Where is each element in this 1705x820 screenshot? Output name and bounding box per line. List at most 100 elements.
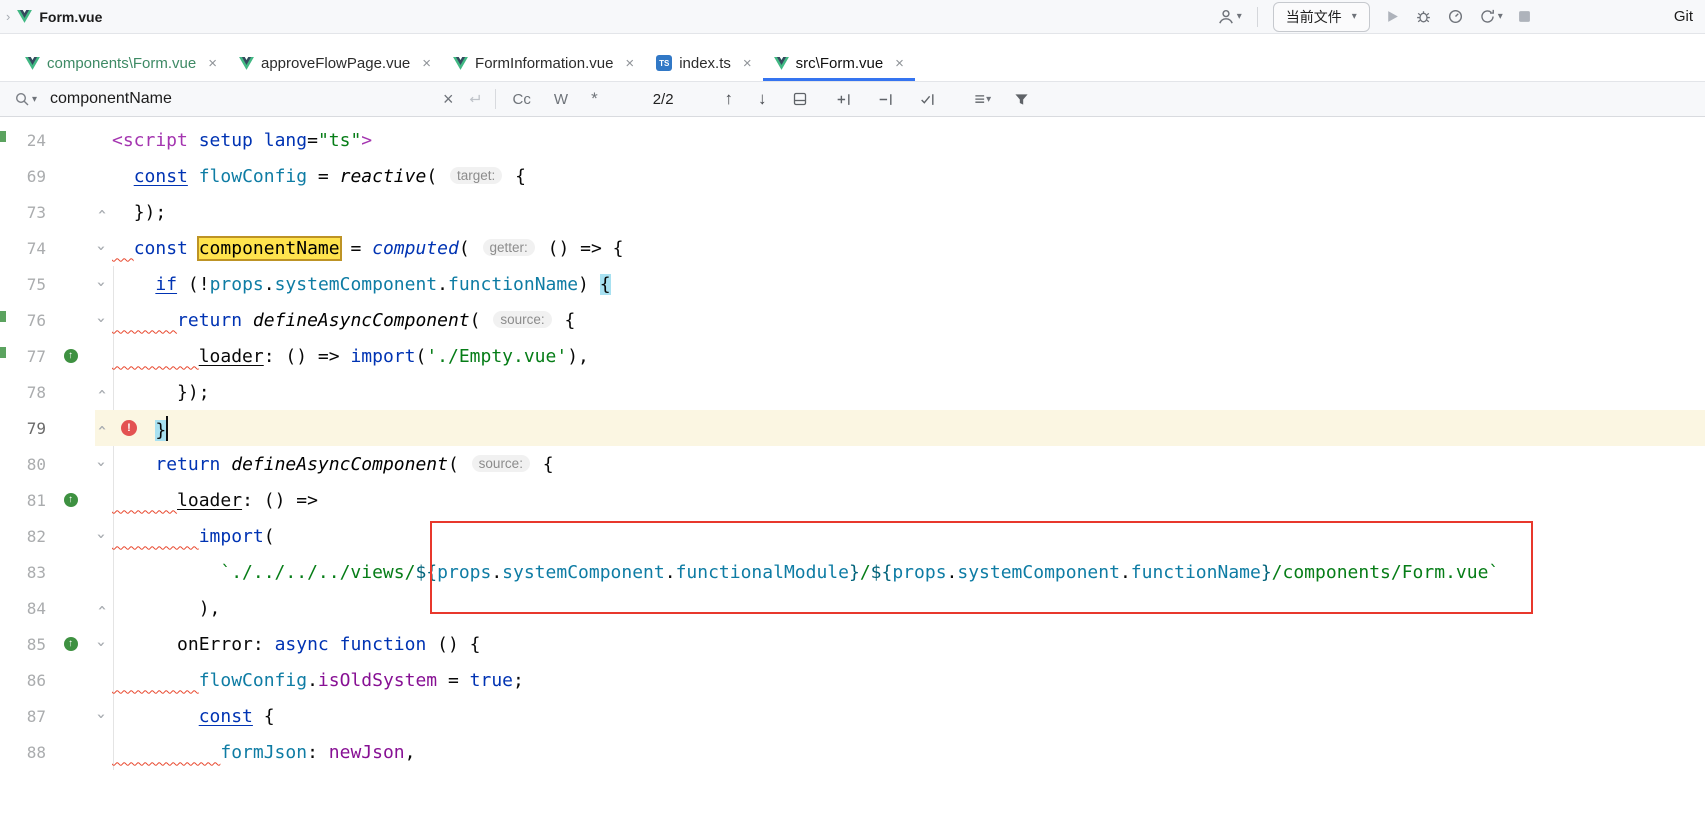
fold-end-icon[interactable]: › <box>93 207 111 216</box>
tab-close-icon[interactable]: × <box>743 55 752 72</box>
remove-occurrence-button[interactable] <box>877 91 894 108</box>
code-line-body[interactable]: `./../../../views/${props.systemComponen… <box>95 554 1705 590</box>
gutter[interactable]: 84 <box>0 590 95 626</box>
code-line-body[interactable]: › ), <box>95 590 1705 626</box>
code-line-body[interactable]: › onError: async function () { <box>95 626 1705 662</box>
gutter[interactable]: 79 <box>0 410 95 446</box>
code-line[interactable]: 85↑› onError: async function () { <box>0 626 1705 662</box>
code-line-body[interactable]: › }); <box>95 194 1705 230</box>
fold-end-icon[interactable]: › <box>93 387 111 396</box>
fold-start-icon[interactable]: › <box>93 639 111 648</box>
fold-start-icon[interactable]: › <box>93 243 111 252</box>
editor-tab[interactable]: src\Form.vue× <box>763 48 915 81</box>
gutter[interactable]: 88 <box>0 734 95 770</box>
add-occurrence-button[interactable] <box>835 91 852 108</box>
code-line-body[interactable]: › if (!props.systemComponent.functionNam… <box>95 266 1705 302</box>
fold-start-icon[interactable]: › <box>93 711 111 720</box>
find-in-selection-button[interactable] <box>792 91 808 107</box>
previous-match-button[interactable]: ↑ <box>725 89 734 109</box>
code-line-body[interactable]: formJson: newJson, <box>95 734 1705 770</box>
gutter[interactable]: 82 <box>0 518 95 554</box>
implemented-marker-icon[interactable]: ↑ <box>64 493 78 507</box>
code-line-body[interactable]: loader: () => import('./Empty.vue'), <box>95 338 1705 374</box>
clear-search-icon[interactable]: × <box>443 90 454 108</box>
fold-end-icon[interactable]: › <box>93 603 111 612</box>
regex-toggle[interactable]: * <box>591 89 598 109</box>
gutter[interactable]: 75 <box>0 266 95 302</box>
code-line[interactable]: 80› return defineAsyncComponent( source:… <box>0 446 1705 482</box>
stop-button[interactable] <box>1518 10 1531 23</box>
editor[interactable]: 24<script setup lang="ts">69 const flowC… <box>0 117 1705 820</box>
fold-start-icon[interactable]: › <box>93 315 111 324</box>
code-line[interactable]: 73› }); <box>0 194 1705 230</box>
gutter[interactable]: 74 <box>0 230 95 266</box>
gutter[interactable]: 69 <box>0 158 95 194</box>
search-icon[interactable]: ▾ <box>14 91 37 107</box>
editor-tab[interactable]: TSindex.ts× <box>645 48 762 81</box>
code-line[interactable]: 79›! } <box>0 410 1705 446</box>
run-button[interactable] <box>1385 9 1400 24</box>
gutter[interactable]: 86 <box>0 662 95 698</box>
code-line-body[interactable]: const flowConfig = reactive( target: { <box>95 158 1705 194</box>
view-options-button[interactable]: ≡▾ <box>975 89 992 110</box>
code-line-body[interactable]: loader: () => <box>95 482 1705 518</box>
code-line[interactable]: 69 const flowConfig = reactive( target: … <box>0 158 1705 194</box>
error-icon[interactable]: ! <box>121 420 137 436</box>
rerun-button[interactable]: ▾ <box>1479 8 1503 25</box>
git-menu[interactable]: Git <box>1674 8 1693 25</box>
code-line[interactable]: 24<script setup lang="ts"> <box>0 122 1705 158</box>
debug-button[interactable] <box>1415 8 1432 25</box>
whole-words-toggle[interactable]: W <box>554 91 568 108</box>
tab-close-icon[interactable]: × <box>422 55 431 72</box>
tab-close-icon[interactable]: × <box>208 55 217 72</box>
code-line-body[interactable]: › return defineAsyncComponent( source: { <box>95 302 1705 338</box>
code-line-body[interactable]: ›! } <box>95 410 1705 446</box>
code-line-body[interactable]: <script setup lang="ts"> <box>95 122 1705 158</box>
code-line[interactable]: 78› }); <box>0 374 1705 410</box>
editor-tab[interactable]: approveFlowPage.vue× <box>228 48 442 81</box>
tab-close-icon[interactable]: × <box>625 55 634 72</box>
fold-start-icon[interactable]: › <box>93 531 111 540</box>
run-config-select[interactable]: 当前文件 ▾ <box>1273 2 1370 32</box>
implemented-marker-icon[interactable]: ↑ <box>64 637 78 651</box>
code-line[interactable]: 86 flowConfig.isOldSystem = true; <box>0 662 1705 698</box>
gutter[interactable]: 83 <box>0 554 95 590</box>
code-line-body[interactable]: › }); <box>95 374 1705 410</box>
tab-close-icon[interactable]: × <box>895 55 904 72</box>
editor-tab[interactable]: components\Form.vue× <box>14 48 228 81</box>
gutter[interactable]: 81↑ <box>0 482 95 518</box>
gutter[interactable]: 73 <box>0 194 95 230</box>
code-line-body[interactable]: flowConfig.isOldSystem = true; <box>95 662 1705 698</box>
fold-start-icon[interactable]: › <box>93 459 111 468</box>
code-line-body[interactable]: › import( <box>95 518 1705 554</box>
match-case-toggle[interactable]: Cc <box>513 91 531 108</box>
code-line[interactable]: 87› const { <box>0 698 1705 734</box>
gutter[interactable]: 85↑ <box>0 626 95 662</box>
code-line[interactable]: 83 `./../../../views/${props.systemCompo… <box>0 554 1705 590</box>
fold-start-icon[interactable]: › <box>93 279 111 288</box>
code-line[interactable]: 74› const componentName = computed( gett… <box>0 230 1705 266</box>
gutter[interactable]: 80 <box>0 446 95 482</box>
fold-end-icon[interactable]: › <box>93 423 111 432</box>
profiler-button[interactable] <box>1447 8 1464 25</box>
code-line-body[interactable]: › const { <box>95 698 1705 734</box>
code-line[interactable]: 77↑ loader: () => import('./Empty.vue'), <box>0 338 1705 374</box>
code-line[interactable]: 84› ), <box>0 590 1705 626</box>
code-line[interactable]: 82› import( <box>0 518 1705 554</box>
gutter[interactable]: 78 <box>0 374 95 410</box>
gutter[interactable]: 77↑ <box>0 338 95 374</box>
select-all-occurrences-button[interactable] <box>919 91 936 108</box>
search-input[interactable]: componentName <box>50 90 430 108</box>
code-line[interactable]: 88 formJson: newJson, <box>0 734 1705 770</box>
code-line[interactable]: 75› if (!props.systemComponent.functionN… <box>0 266 1705 302</box>
filter-button[interactable] <box>1014 92 1029 107</box>
newline-icon[interactable] <box>467 92 482 107</box>
code-line[interactable]: 76› return defineAsyncComponent( source:… <box>0 302 1705 338</box>
code-line-body[interactable]: › const componentName = computed( getter… <box>95 230 1705 266</box>
code-line[interactable]: 81↑ loader: () => <box>0 482 1705 518</box>
editor-tab[interactable]: FormInformation.vue× <box>442 48 645 81</box>
gutter[interactable]: 24 <box>0 122 95 158</box>
gutter[interactable]: 87 <box>0 698 95 734</box>
user-account-icon[interactable]: ▾ <box>1217 8 1242 26</box>
code-line-body[interactable]: › return defineAsyncComponent( source: { <box>95 446 1705 482</box>
